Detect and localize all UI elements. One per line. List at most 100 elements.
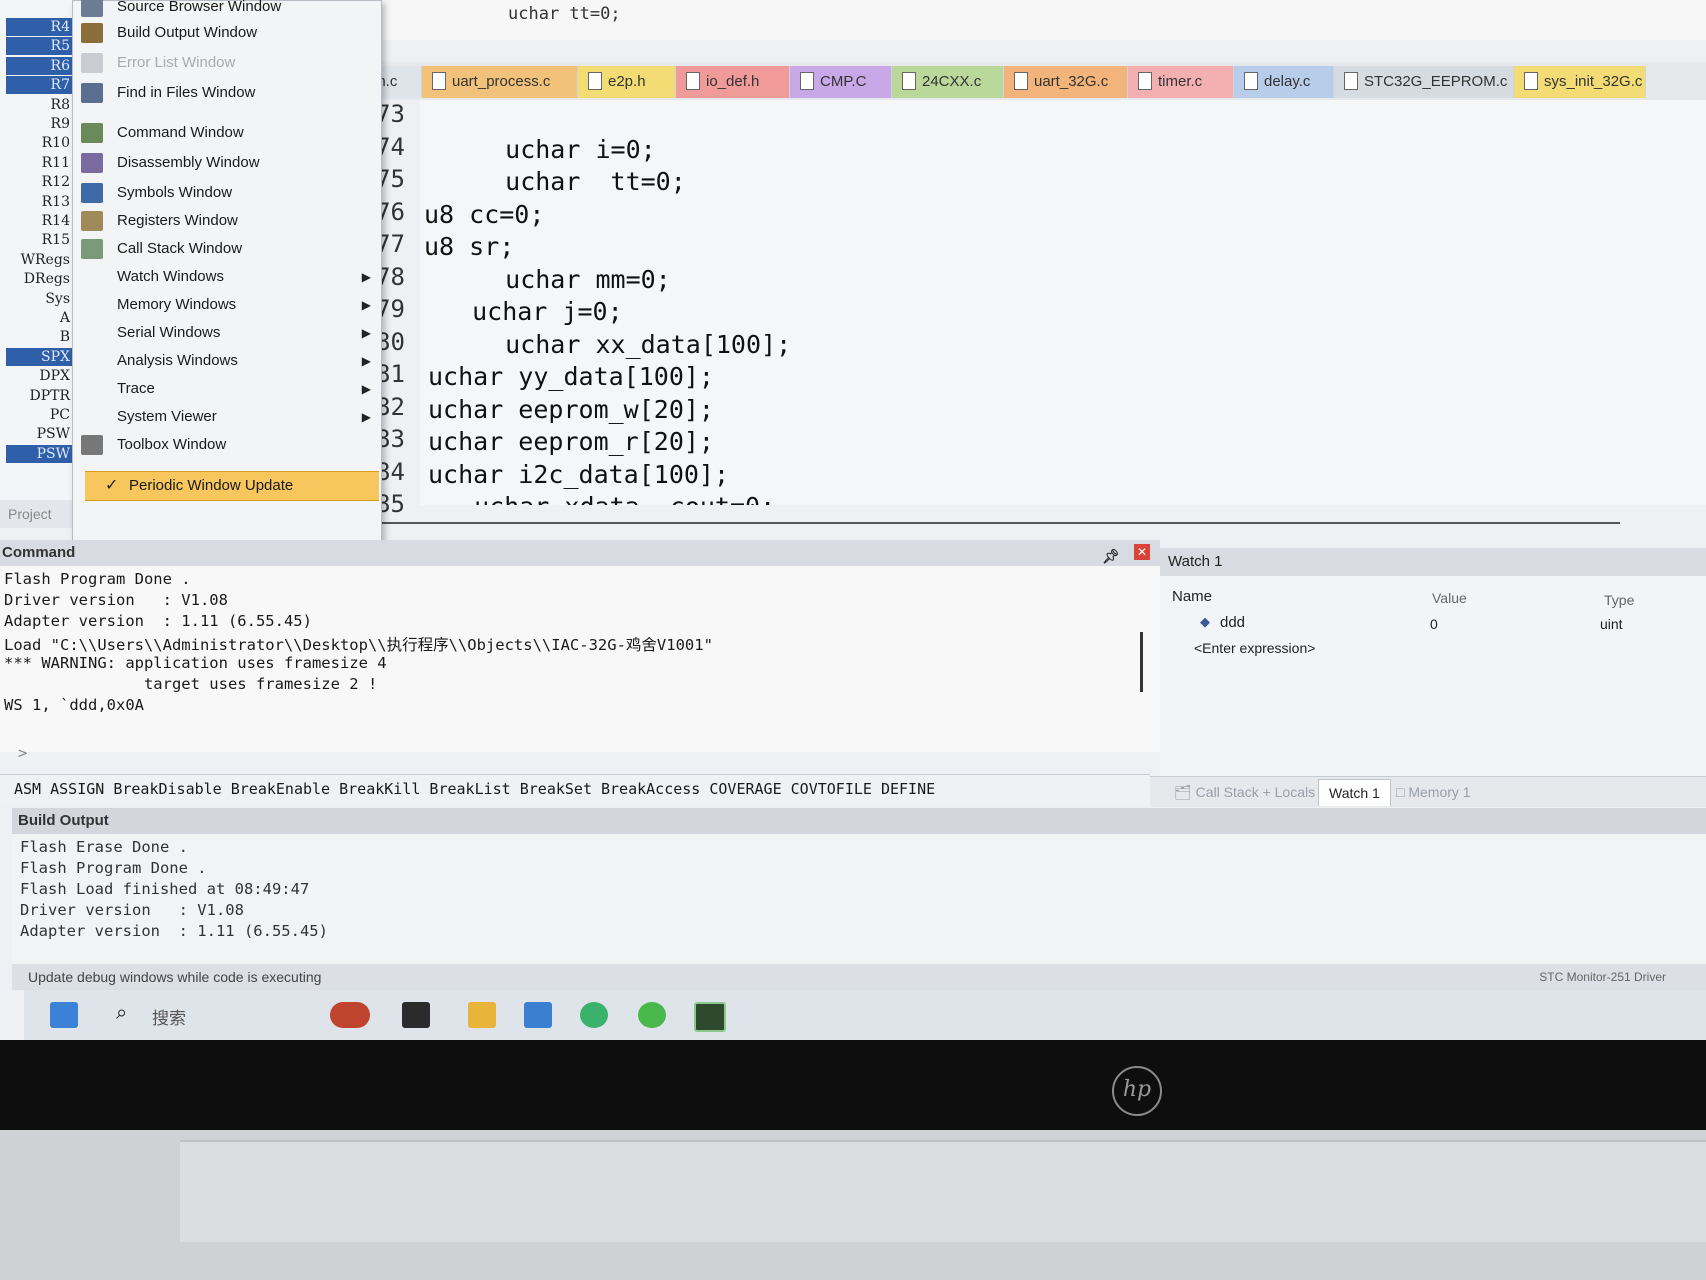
code-line[interactable]: uchar eeprom_w[20]; (428, 395, 714, 424)
register-psw[interactable]: PSW (6, 444, 74, 463)
register-r10[interactable]: R10 (6, 134, 74, 152)
menu-item-toolbox-window[interactable]: Toolbox Window (73, 431, 379, 459)
register-r11[interactable]: R11 (6, 154, 74, 172)
menu-item-periodic-window-update[interactable]: ✓ Periodic Window Update (85, 471, 379, 501)
register-pc[interactable]: PC (6, 406, 74, 424)
register-sys[interactable]: Sys (6, 290, 74, 308)
menu-item-find-in-files-window[interactable]: Find in Files Window (73, 79, 379, 107)
registers-window-icon (81, 211, 103, 231)
menu-item-build-output-window[interactable]: Build Output Window (73, 19, 379, 47)
submenu-arrow-icon: ▶ (361, 410, 371, 424)
watch-row-value[interactable]: 0 (1430, 616, 1438, 632)
wechat-icon[interactable] (580, 1002, 608, 1028)
code-line[interactable]: uchar i2c_data[100]; (428, 460, 729, 489)
tab-memory-1[interactable]: □ Memory 1 (1386, 779, 1481, 805)
line-number[interactable]: 80 (376, 328, 424, 356)
tab-file-e2p-h[interactable]: e2p.h (578, 66, 676, 98)
menu-item-symbols-window[interactable]: Symbols Window (73, 179, 379, 207)
register-dpx[interactable]: DPX (6, 367, 74, 385)
menu-item-memory-windows[interactable]: Memory Windows ▶ (73, 291, 379, 319)
register-r6[interactable]: R6 (6, 56, 74, 75)
horizontal-scrollbar[interactable] (380, 522, 1620, 530)
tab-file-cmp-c[interactable]: CMP.C (790, 66, 892, 98)
line-number[interactable]: 81 (376, 360, 424, 388)
project-tab[interactable]: Project (0, 500, 80, 528)
menu-item-disassembly-window[interactable]: Disassembly Window (73, 149, 379, 177)
screen: R4 R5 R6 R7 R8 R9 R10 R11 R12 R13 R14 R15 WRegs DRegs… (0, 0, 1706, 1040)
tab-watch-1[interactable]: Watch 1 (1318, 779, 1391, 806)
register-dptr[interactable]: DPTR (6, 387, 74, 405)
register-wregs[interactable]: WRegs (6, 251, 74, 269)
register-r7[interactable]: R7 (6, 76, 74, 95)
tab-file-24cxx-c[interactable]: 24CXX.c (892, 66, 1004, 98)
menu-item-source-browser-window[interactable]: Source Browser Window (73, 0, 379, 21)
line-number[interactable]: 79 (376, 295, 424, 323)
line-number[interactable]: 77 (376, 230, 424, 258)
tab-file-uart-32g-c[interactable]: uart_32G.c (1004, 66, 1128, 98)
menu-item-trace[interactable]: Trace ▶ (73, 375, 379, 403)
watch-row[interactable]: ◆ ddd 0 uint (1160, 612, 1706, 638)
code-line[interactable]: uchar i=0; (460, 135, 656, 164)
tab-file-uart-process-c[interactable]: uart_process.c (422, 66, 578, 98)
register-psw[interactable]: PSW (6, 425, 74, 443)
menu-item-watch-windows[interactable]: Watch Windows ▶ (73, 263, 379, 291)
menu-item-system-viewer[interactable]: System Viewer ▶ (73, 403, 379, 431)
enter-expression[interactable]: <Enter expression> (1194, 640, 1315, 656)
menu-item-label: Command Window (117, 124, 244, 141)
register-spx[interactable]: SPX (6, 347, 74, 366)
menu-item-command-window[interactable]: Command Window (73, 119, 379, 147)
notepad-icon[interactable] (524, 1002, 552, 1028)
register-dregs[interactable]: DRegs (6, 270, 74, 288)
register-r15[interactable]: R15 (6, 231, 74, 249)
line-number[interactable]: 75 (376, 165, 424, 193)
line-number[interactable]: 85 (376, 490, 424, 518)
close-icon[interactable]: ✕ (1134, 544, 1150, 560)
browser-icon[interactable] (638, 1002, 666, 1028)
code-line[interactable]: uchar xdata cout=0; (444, 492, 775, 505)
tab-file-timer-c[interactable]: timer.c (1128, 66, 1234, 98)
tab-file-delay-c[interactable]: delay.c (1234, 66, 1334, 98)
line-number[interactable]: 84 (376, 458, 424, 486)
menu-item-call-stack-window[interactable]: Call Stack Window (73, 235, 379, 263)
line-number[interactable]: 82 (376, 393, 424, 421)
line-number[interactable]: 74 (376, 133, 424, 161)
register-r14[interactable]: R14 (6, 212, 74, 230)
register-r4[interactable]: R4 (6, 18, 74, 36)
menu-item-serial-windows[interactable]: Serial Windows ▶ (73, 319, 379, 347)
line-number[interactable]: 76 (376, 198, 424, 226)
register-b[interactable]: B (6, 328, 74, 346)
menu-item-registers-window[interactable]: Registers Window (73, 207, 379, 235)
register-r9[interactable]: R9 (6, 115, 74, 133)
register-r8[interactable]: R8 (6, 96, 74, 114)
file-explorer-icon[interactable] (468, 1002, 496, 1028)
tab-file-sys-init-32g-c[interactable]: sys_init_32G.c (1514, 66, 1646, 98)
code-line[interactable]: u8 cc=0; (424, 200, 544, 229)
vertical-scrollbar[interactable] (1140, 632, 1143, 692)
tab-file-io-def-h[interactable]: io_def.h (676, 66, 790, 98)
weather-icon[interactable] (330, 1002, 370, 1028)
start-icon[interactable] (50, 1002, 78, 1028)
code-line[interactable]: uchar j=0; (442, 297, 623, 326)
code-line[interactable]: uchar xx_data[100]; (460, 330, 791, 359)
code-line[interactable]: uchar eeprom_r[20]; (428, 427, 714, 456)
menu-item-analysis-windows[interactable]: Analysis Windows ▶ (73, 347, 379, 375)
register-r13[interactable]: R13 (6, 193, 74, 211)
tab-file-stc32g-eeprom-c[interactable]: STC32G_EEPROM.c (1334, 66, 1514, 98)
task-view-icon[interactable] (402, 1002, 430, 1028)
register-r12[interactable]: R12 (6, 173, 74, 191)
tab-call-stack-locals[interactable]: 🗂︎ Call Stack + Locals (1164, 779, 1325, 805)
search-icon[interactable]: ⌕ (116, 1002, 127, 1025)
register-r5[interactable]: R5 (6, 37, 74, 56)
code-line[interactable]: uchar mm=0; (460, 265, 671, 294)
taskbar-search[interactable]: 搜索 (152, 1004, 186, 1029)
code-line[interactable]: uchar tt=0; (460, 167, 686, 196)
keil-icon[interactable] (694, 1002, 726, 1032)
line-number[interactable]: 78 (376, 263, 424, 291)
code-line[interactable]: uchar yy_data[100]; (428, 362, 714, 391)
code-line[interactable]: u8 sr; (424, 232, 514, 261)
line-number[interactable]: 83 (376, 425, 424, 453)
command-prompt[interactable]: > (18, 744, 27, 762)
code-editor[interactable]: uchar i=0; uchar tt=0; u8 cc=0; u8 sr; uch… (420, 100, 1706, 505)
line-number[interactable]: 73 (376, 100, 424, 128)
register-a[interactable]: A (6, 309, 74, 327)
